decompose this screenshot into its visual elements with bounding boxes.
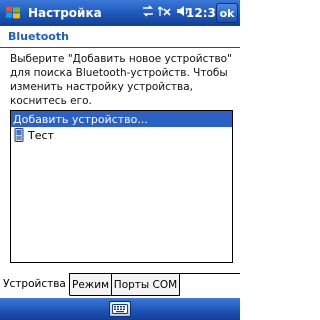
tab-devices[interactable]: Устройства — [0, 273, 70, 296]
start-button[interactable] — [0, 0, 26, 26]
page-title: Bluetooth — [8, 30, 69, 43]
device-list[interactable]: Добавить устройство... Тест — [10, 110, 233, 263]
title-bar: Настройка 12:39 ok — [0, 0, 240, 26]
list-item-add-device[interactable]: Добавить устройство... — [11, 111, 232, 127]
list-item-label: Тест — [28, 128, 54, 142]
signal-off-icon[interactable] — [158, 4, 172, 18]
bottom-bar — [0, 298, 240, 320]
tab-strip: Устройства Режим Порты COM — [0, 273, 240, 297]
keyboard-button[interactable] — [109, 301, 131, 317]
ok-button[interactable]: ok — [216, 3, 238, 23]
app-title: Настройка — [28, 6, 102, 20]
page-header: Bluetooth — [0, 26, 240, 48]
tab-com-ports[interactable]: Порты COM — [112, 274, 180, 296]
list-item-label: Добавить устройство... — [13, 112, 148, 126]
phone-device-icon — [14, 128, 24, 142]
keyboard-icon — [112, 304, 128, 314]
list-item-device-test[interactable]: Тест — [11, 127, 232, 143]
status-icons — [142, 4, 190, 18]
windows-start-icon — [6, 6, 20, 19]
tab-mode[interactable]: Режим — [70, 274, 112, 296]
description-text: Выберите "Добавить новое устройство" для… — [10, 53, 232, 107]
connectivity-icon[interactable] — [142, 4, 154, 18]
